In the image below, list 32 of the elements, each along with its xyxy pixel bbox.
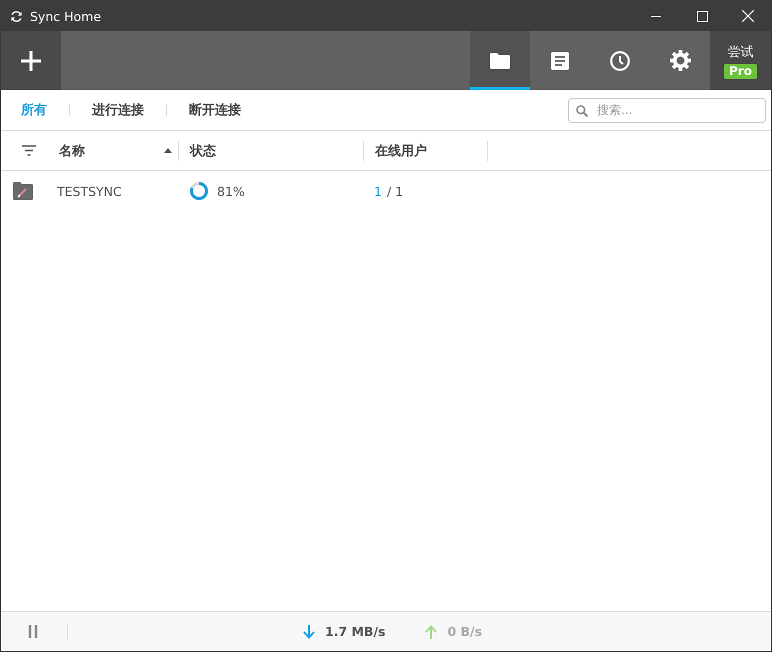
folder-icon xyxy=(490,52,510,68)
search-field[interactable]: 搜索... xyxy=(568,98,766,122)
trial-link[interactable]: 尝试 xyxy=(728,42,754,60)
sort-arrow-icon[interactable] xyxy=(164,148,172,153)
folder-tab[interactable] xyxy=(470,31,530,90)
filter-tab[interactable]: 进行连接 xyxy=(92,101,144,119)
settings-icon xyxy=(670,50,690,71)
close-icon xyxy=(742,10,754,22)
document-icon xyxy=(551,52,569,70)
filter-tab[interactable]: 断开连接 xyxy=(189,101,241,119)
progress-text: 81% xyxy=(217,184,245,198)
plus-icon xyxy=(21,50,41,70)
column-header[interactable]: 在线用户 xyxy=(364,140,488,160)
filter-icon[interactable] xyxy=(22,145,36,156)
maximize-icon xyxy=(696,10,708,22)
download-arrow-icon xyxy=(303,624,315,638)
column-header[interactable]: 名称 xyxy=(57,140,179,160)
total-count: / 1 xyxy=(386,184,404,198)
upload-arrow-icon xyxy=(425,624,438,638)
table-cell: TESTSYNC xyxy=(57,184,122,198)
add-button[interactable] xyxy=(1,31,61,90)
pro-badge: Pro xyxy=(724,64,757,78)
online-count: 1 xyxy=(374,184,382,198)
sync-icon xyxy=(10,10,23,22)
upload-rate: 0 B/s xyxy=(447,624,482,639)
window-title: Sync Home xyxy=(30,8,102,24)
folder-icon xyxy=(13,182,33,200)
download-rate: 1.7 MB/s xyxy=(325,624,386,639)
pause-icon xyxy=(28,625,38,638)
column-header[interactable]: 状态 xyxy=(179,140,364,160)
progress-ring xyxy=(189,181,209,201)
clock-icon xyxy=(610,50,630,70)
